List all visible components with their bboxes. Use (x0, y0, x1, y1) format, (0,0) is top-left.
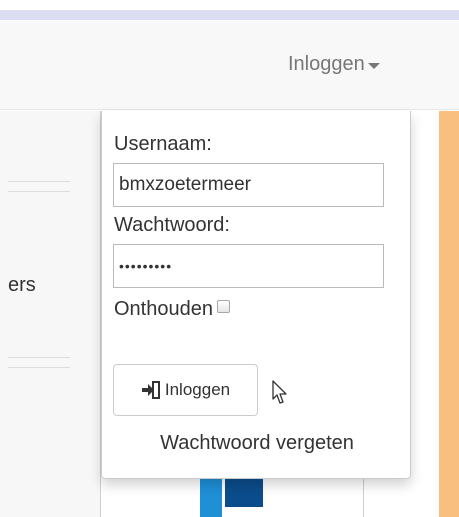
left-panel: ers (0, 111, 100, 517)
login-dropdown: Usernaam: Wachtwoord: Onthouden Inloggen… (101, 111, 411, 479)
left-panel-text: ers (8, 274, 36, 296)
password-label: Wachtwoord: (114, 214, 230, 236)
divider (8, 181, 70, 182)
remember-me: Onthouden (114, 298, 230, 321)
page-top-strip (0, 0, 459, 10)
orange-side-bar (439, 111, 459, 517)
username-input[interactable] (113, 163, 384, 207)
logo-shape-right (225, 479, 263, 507)
mouse-pointer-icon (272, 380, 287, 404)
logo-partial (200, 479, 263, 517)
forgot-password-link[interactable]: Wachtwoord vergeten (102, 432, 412, 455)
username-label: Usernaam: (114, 133, 212, 155)
sign-in-icon (141, 381, 160, 399)
login-button[interactable]: Inloggen (113, 364, 258, 416)
password-input[interactable] (113, 244, 384, 288)
navbar: Inloggen (0, 20, 459, 110)
caret-down-icon (367, 62, 380, 69)
login-menu-label: Inloggen (288, 53, 365, 75)
login-button-label: Inloggen (164, 380, 231, 399)
logo-shape-left (200, 479, 222, 517)
divider (8, 367, 70, 368)
remember-label: Onthouden (114, 298, 213, 320)
remember-checkbox[interactable] (216, 300, 230, 313)
divider (8, 357, 70, 358)
top-accent-bar (0, 10, 459, 20)
divider (8, 191, 70, 192)
login-menu-toggle[interactable]: Inloggen (288, 53, 380, 76)
